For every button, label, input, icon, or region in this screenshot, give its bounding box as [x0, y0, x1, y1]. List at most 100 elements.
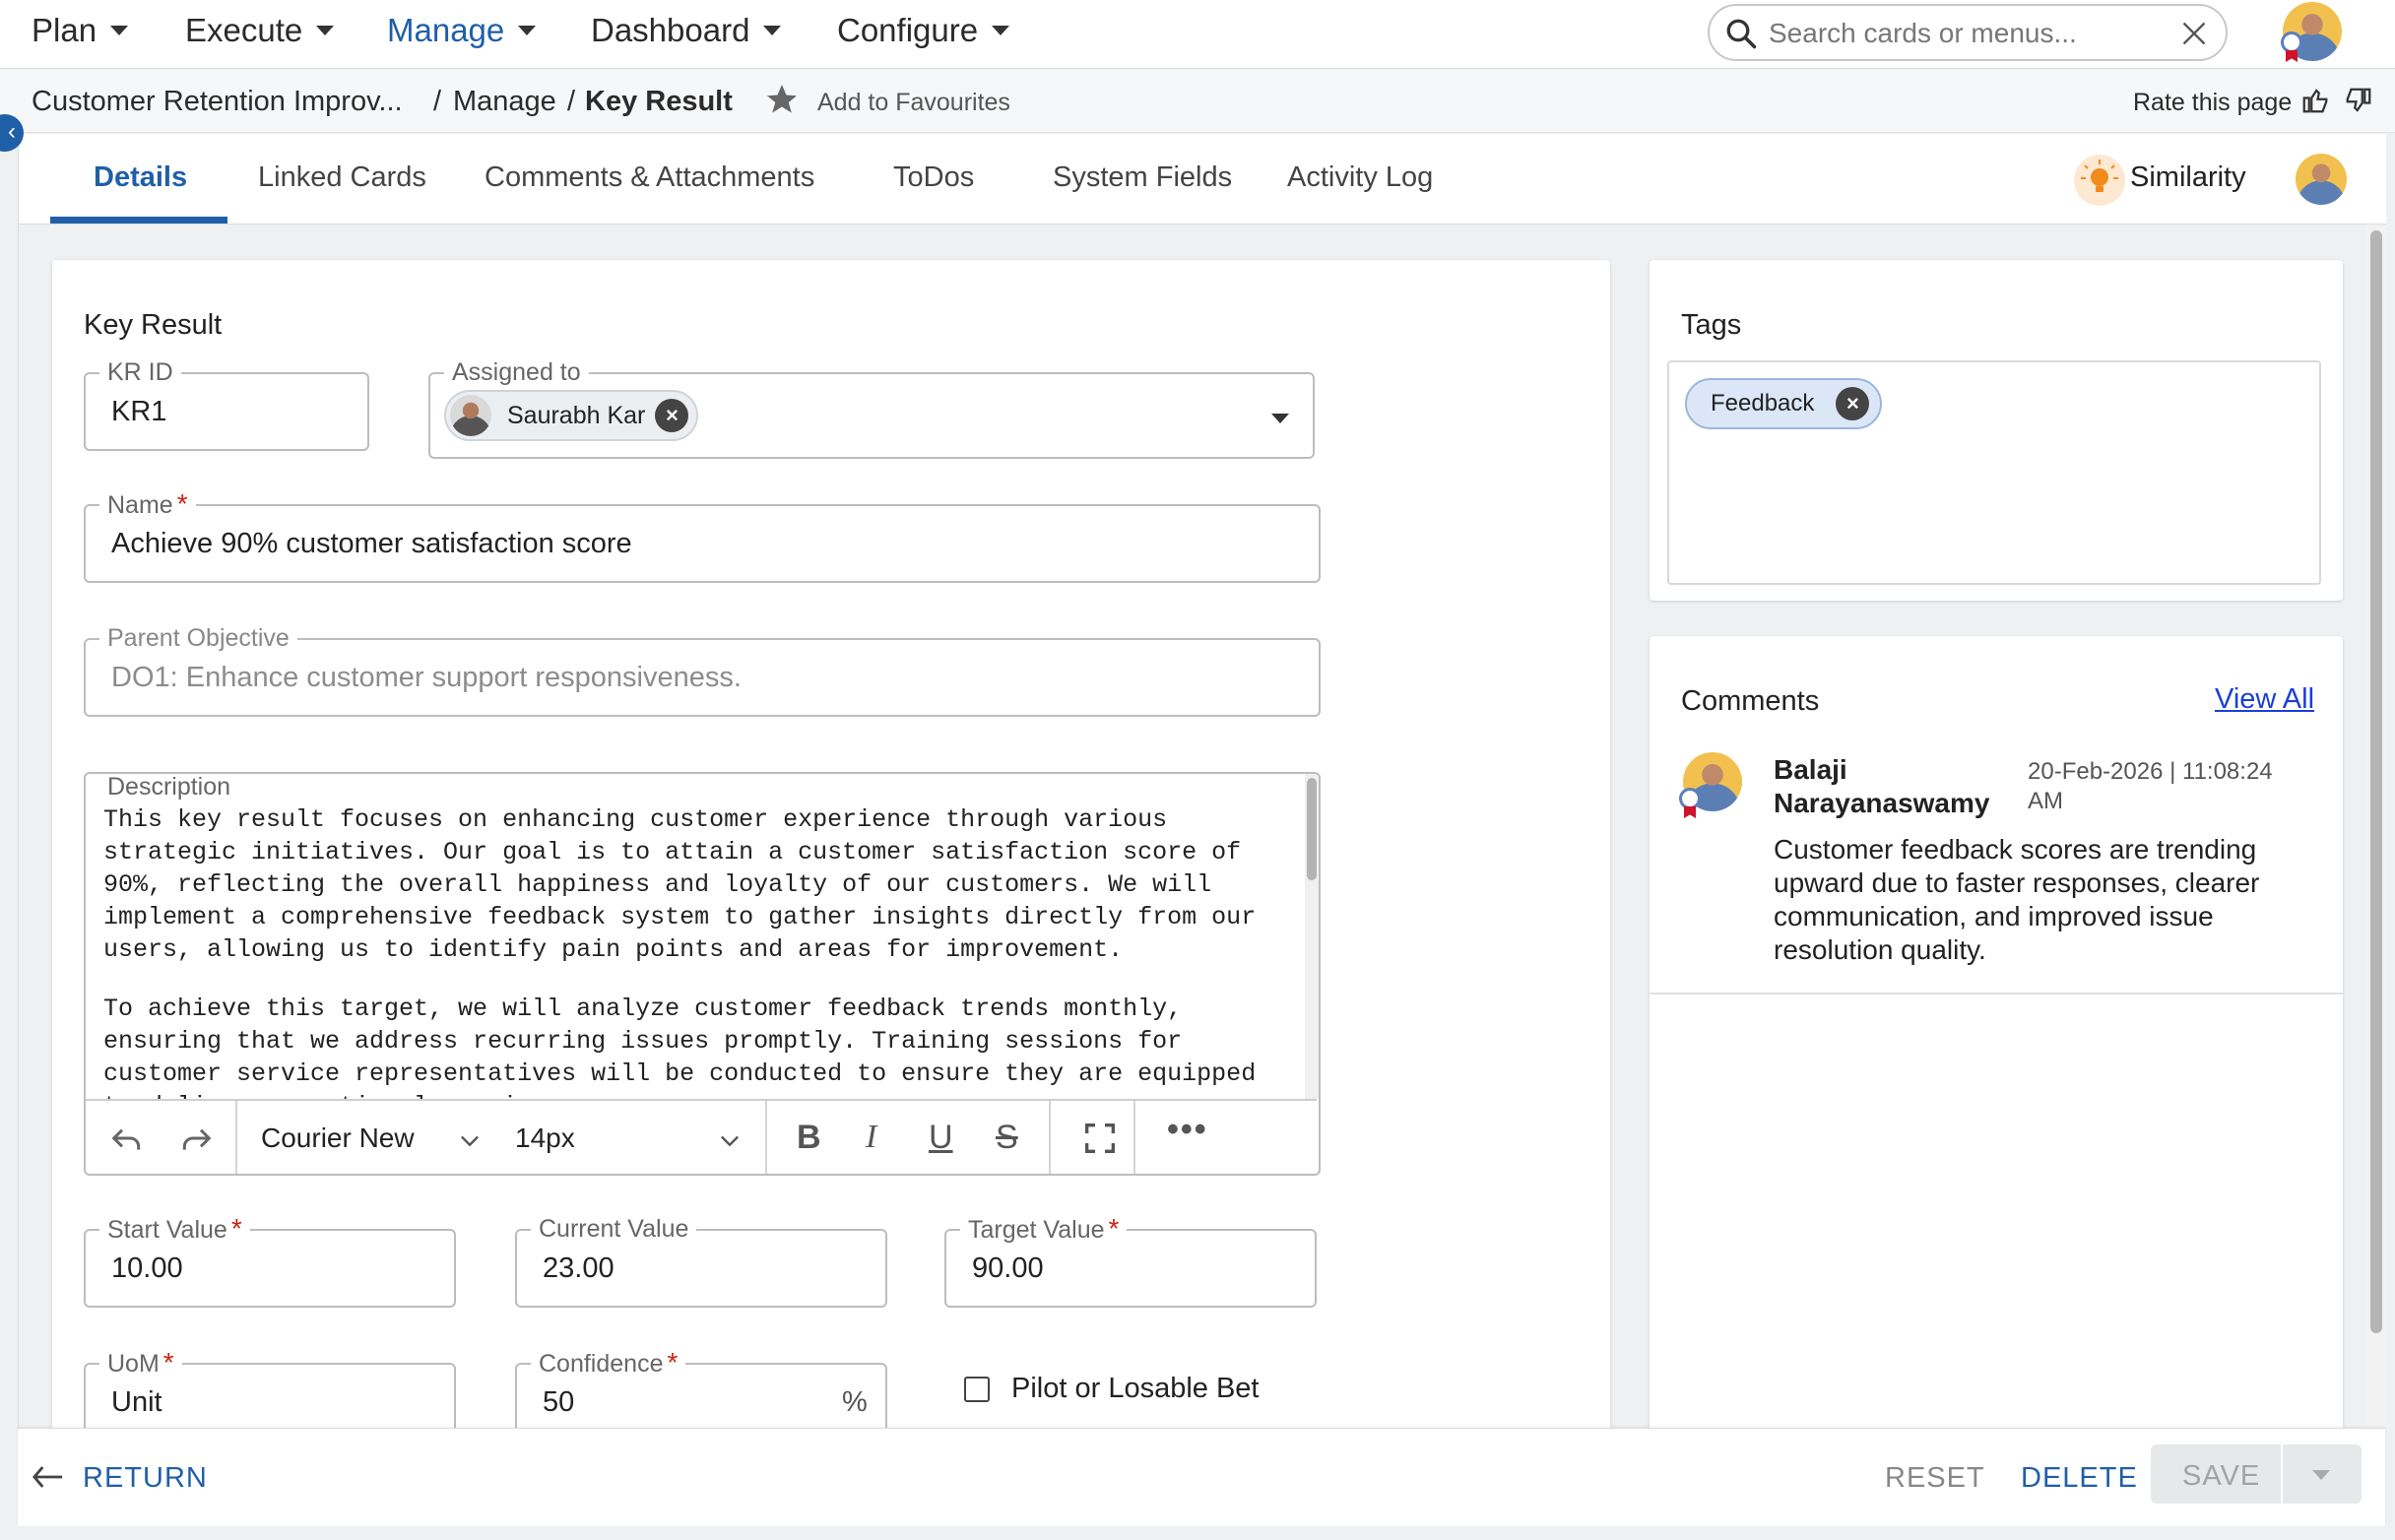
confidence-label: Confidence * [531, 1348, 686, 1379]
start-value-field[interactable]: Start Value * 10.00 [84, 1214, 456, 1308]
assigned-to-field[interactable]: Assigned to Saurabh Kar × [428, 357, 1315, 459]
view-all-link[interactable]: View All [2215, 683, 2314, 716]
confidence-suffix: % [842, 1386, 868, 1418]
underline-icon[interactable]: U [929, 1119, 953, 1157]
strikethrough-icon[interactable]: S [996, 1119, 1018, 1157]
description-scroll-thumb[interactable] [1307, 778, 1317, 880]
breadcrumb-card[interactable]: Customer Retention Improv... [32, 86, 403, 118]
remove-assignee-icon[interactable]: × [655, 399, 689, 432]
comment-divider [1650, 993, 2343, 995]
kr-id-value: KR1 [111, 396, 167, 427]
tags-input-area[interactable]: Feedback × [1667, 360, 2321, 585]
name-value: Achieve 90% customer satisfaction score [111, 528, 632, 559]
italic-icon[interactable]: I [866, 1119, 876, 1156]
assignee-avatar [450, 395, 491, 436]
caret-down-icon [316, 26, 335, 35]
kr-id-label: KR ID [99, 357, 181, 387]
parent-objective-value: DO1: Enhance customer support responsive… [111, 662, 742, 693]
parent-objective-field: Parent Objective DO1: Enhance customer s… [84, 623, 1321, 717]
nav-execute[interactable]: Execute [185, 12, 335, 49]
page-scroll-thumb[interactable] [2370, 230, 2382, 1333]
clear-search-icon[interactable] [2180, 20, 2208, 47]
redo-icon[interactable] [176, 1119, 216, 1158]
tab-todos[interactable]: ToDos [893, 161, 974, 194]
action-footer: RETURN RESET DELETE SAVE [18, 1428, 2385, 1526]
save-button[interactable]: SAVE [2182, 1460, 2260, 1493]
assigned-dropdown-icon[interactable] [1271, 414, 1289, 423]
tab-system-fields[interactable]: System Fields [1053, 161, 1232, 194]
thumbs-up-icon[interactable] [2300, 86, 2330, 115]
details-panel: Key Result KR ID KR1 Assigned to Saurabh… [52, 260, 1610, 1442]
search-icon [1726, 19, 1757, 49]
target-value-label: Target Value * [960, 1214, 1128, 1245]
similarity-button[interactable]: Similarity [2130, 161, 2246, 194]
tab-comments-attachments[interactable]: Comments & Attachments [485, 161, 814, 194]
nav-manage[interactable]: Manage [387, 12, 537, 49]
parent-objective-label: Parent Objective [99, 623, 297, 653]
breadcrumb: Customer Retention Improv... / Manage / … [0, 70, 2395, 133]
search-box [1708, 4, 2228, 61]
description-content[interactable]: This key result focuses on enhancing cus… [86, 774, 1303, 1099]
nav-configure[interactable]: Configure [837, 12, 1010, 49]
breadcrumb-separator: / [567, 86, 576, 117]
nav-plan[interactable]: Plan [32, 12, 129, 49]
chevron-down-icon[interactable] [456, 1126, 484, 1154]
star-icon[interactable] [764, 82, 800, 117]
name-field[interactable]: Name * Achieve 90% customer satisfaction … [84, 489, 1321, 583]
remove-tag-icon[interactable]: × [1836, 387, 1870, 420]
assigned-to-label: Assigned to [444, 357, 589, 387]
reset-button[interactable]: RESET [1885, 1462, 1985, 1495]
kr-id-field[interactable]: KR ID KR1 [84, 357, 369, 451]
search-input[interactable] [1769, 14, 2163, 53]
caret-down-icon [992, 26, 1010, 35]
comment-date: 20-Feb-2026 | 11:08:24 [2028, 758, 2273, 785]
thumbs-down-icon[interactable] [2344, 86, 2373, 115]
tab-activity-log[interactable]: Activity Log [1287, 161, 1433, 194]
more-options-icon[interactable]: ••• [1167, 1111, 1208, 1149]
return-button[interactable]: RETURN [83, 1462, 208, 1495]
nav-label: Configure [837, 12, 979, 48]
arrow-left-icon[interactable] [32, 1464, 65, 1490]
current-value-field[interactable]: Current Value 23.00 [515, 1214, 887, 1308]
comments-panel: Comments View All Balaji Narayanaswamy 2… [1650, 636, 2343, 1442]
delete-button[interactable]: DELETE [2021, 1462, 2138, 1495]
description-text: This key result focuses on enhancing cus… [103, 803, 1285, 1099]
toolbar-divider [765, 1101, 767, 1174]
font-family-select[interactable]: Courier New [261, 1123, 415, 1154]
toolbar-divider [1049, 1101, 1051, 1174]
badge-ribbon-icon [1679, 788, 1701, 809]
description-scrollbar[interactable] [1305, 774, 1319, 1099]
page-scrollbar[interactable] [2366, 225, 2386, 1428]
font-size-select[interactable]: 14px [515, 1123, 575, 1154]
bold-icon[interactable]: B [797, 1119, 821, 1157]
pilot-checkbox[interactable] [964, 1377, 990, 1402]
target-value-field[interactable]: Target Value * 90.00 [944, 1214, 1317, 1308]
caret-down-icon [763, 26, 782, 35]
nav-dashboard[interactable]: Dashboard [591, 12, 782, 49]
fullscreen-icon[interactable] [1080, 1119, 1120, 1158]
breadcrumb-module[interactable]: Manage [453, 86, 556, 118]
chevron-down-icon[interactable] [716, 1126, 744, 1154]
tab-details[interactable]: Details [94, 161, 187, 194]
current-value-label: Current Value [531, 1214, 697, 1244]
similarity-bulb-icon [2074, 155, 2125, 206]
uom-value: Unit [111, 1386, 162, 1418]
comment-text: Customer feedback scores are trending up… [1774, 834, 2260, 965]
card-owner-avatar[interactable] [2296, 154, 2347, 205]
active-tab-indicator [50, 217, 227, 224]
description-editor[interactable]: Description This key result focuses on e… [84, 772, 1321, 1176]
comment-date: AM [2028, 788, 2063, 814]
tab-bar: Details Linked Cards Comments & Attachme… [19, 134, 2386, 225]
comment-author: Narayanaswamy [1774, 788, 1990, 818]
save-options-dropdown-icon[interactable] [2312, 1470, 2330, 1480]
tab-linked-cards[interactable]: Linked Cards [258, 161, 426, 194]
badge-ribbon-icon [2281, 32, 2302, 53]
comments-title: Comments [1681, 685, 1820, 717]
tag-label: Feedback [1711, 390, 1815, 417]
assignee-chip: Saurabh Kar × [444, 390, 698, 441]
tag-chip-feedback: Feedback × [1685, 378, 1882, 429]
name-label: Name * [99, 489, 196, 520]
undo-icon[interactable] [107, 1119, 147, 1158]
card-frame: Details Linked Cards Comments & Attachme… [18, 134, 2386, 1442]
add-to-favourites-link[interactable]: Add to Favourites [817, 89, 1010, 117]
